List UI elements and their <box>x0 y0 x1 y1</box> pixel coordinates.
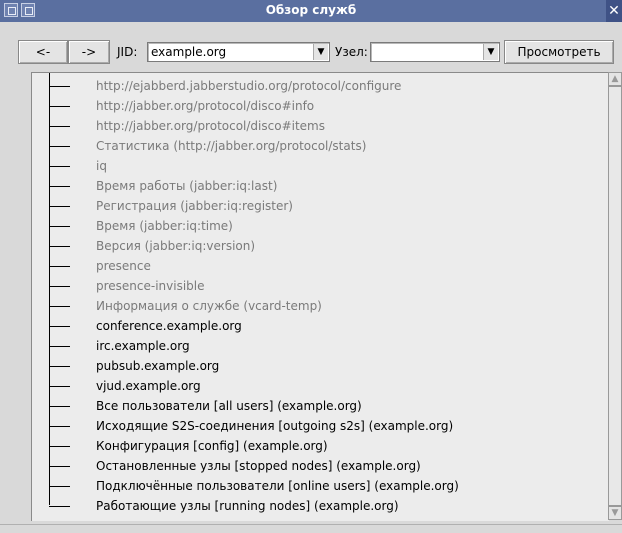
tree-item-label[interactable]: Работающие узлы [running nodes] (example… <box>96 499 399 513</box>
back-button[interactable]: <- <box>18 40 68 64</box>
jid-label: JID: <box>117 45 138 59</box>
tree-item[interactable]: presence <box>32 257 592 277</box>
tree-item[interactable]: pubsub.example.org <box>32 357 592 377</box>
tree-item-label[interactable]: http://jabber.org/protocol/disco#info <box>96 99 314 113</box>
tree-branch-line <box>49 466 70 467</box>
node-combobox[interactable]: ▼ <box>370 42 500 62</box>
tree-item-label[interactable]: Время (jabber:iq:time) <box>96 219 233 233</box>
tree-item[interactable]: Остановленные узлы [stopped nodes] (exam… <box>32 457 592 477</box>
tree-branch-line <box>49 126 70 127</box>
tree-item[interactable]: Работающие узлы [running nodes] (example… <box>32 497 592 517</box>
toolbar: <- -> JID: example.org ▼ Узел: ▼ Просмот… <box>0 40 622 66</box>
jid-value[interactable]: example.org <box>151 45 226 59</box>
tree-branch-line <box>49 206 70 207</box>
scroll-thumb[interactable] <box>608 86 622 506</box>
tree-branch-line <box>49 366 70 367</box>
window-title: Обзор служб <box>265 3 357 17</box>
tree-item[interactable]: conference.example.org <box>32 317 592 337</box>
tree-item[interactable]: vjud.example.org <box>32 377 592 397</box>
tree-branch-line <box>49 226 70 227</box>
tree-item[interactable]: Информация о службе (vcard-temp) <box>32 297 592 317</box>
services-tree[interactable]: http://ejabberd.jabberstudio.org/protoco… <box>31 72 609 521</box>
title-bar: Обзор служб ✕ <box>0 0 622 22</box>
tree-item-label[interactable]: iq <box>96 159 107 173</box>
tree-branch-line <box>49 386 70 387</box>
tree-item[interactable]: irc.example.org <box>32 337 592 357</box>
tree-item[interactable]: Регистрация (jabber:iq:register) <box>32 197 592 217</box>
tree-branch-line <box>49 406 70 407</box>
tree-item-label[interactable]: conference.example.org <box>96 319 242 333</box>
jid-combobox[interactable]: example.org ▼ <box>147 42 330 62</box>
tree-branch-line <box>49 186 70 187</box>
tree-item[interactable]: http://jabber.org/protocol/disco#info <box>32 97 592 117</box>
scroll-down-icon[interactable]: ▼ <box>608 506 622 520</box>
tree-branch-line <box>49 106 70 107</box>
tree-item-label[interactable]: Остановленные узлы [stopped nodes] (exam… <box>96 459 421 473</box>
vertical-scrollbar[interactable]: ▲ ▼ <box>608 72 622 520</box>
tree-item-label[interactable]: Регистрация (jabber:iq:register) <box>96 199 293 213</box>
tree-item[interactable]: Подключённые пользователи [online users]… <box>32 477 592 497</box>
tree-branch-line <box>49 306 70 307</box>
tree-branch-line <box>49 286 70 287</box>
tree-branch-line <box>49 446 70 447</box>
tree-item-label[interactable]: presence <box>96 259 151 273</box>
view-button[interactable]: Просмотреть <box>504 40 614 64</box>
tree-item-label[interactable]: http://ejabberd.jabberstudio.org/protoco… <box>96 79 401 93</box>
tree-item-label[interactable]: Все пользователи [all users] (example.or… <box>96 399 362 413</box>
tree-item[interactable]: Исходящие S2S-соединения [outgoing s2s] … <box>32 417 592 437</box>
forward-button[interactable]: -> <box>68 40 110 64</box>
tree-branch-line <box>49 246 70 247</box>
tree-branch-line <box>49 266 70 267</box>
chevron-down-icon[interactable]: ▼ <box>313 44 328 60</box>
tree-item-label[interactable]: presence-invisible <box>96 279 205 293</box>
tree-item[interactable]: presence-invisible <box>32 277 592 297</box>
tree-item[interactable]: Время работы (jabber:iq:last) <box>32 177 592 197</box>
tree-item-label[interactable]: Версия (jabber:iq:version) <box>96 239 255 253</box>
tree-item-label[interactable]: Исходящие S2S-соединения [outgoing s2s] … <box>96 419 453 433</box>
tree-item[interactable]: Время (jabber:iq:time) <box>32 217 592 237</box>
tree-item-label[interactable]: pubsub.example.org <box>96 359 219 373</box>
tree-item-label[interactable]: http://jabber.org/protocol/disco#items <box>96 119 325 133</box>
close-icon[interactable]: ✕ <box>606 0 622 22</box>
tree-item[interactable]: http://jabber.org/protocol/disco#items <box>32 117 592 137</box>
tree-item-label[interactable]: Время работы (jabber:iq:last) <box>96 179 277 193</box>
tree-item-label[interactable]: irc.example.org <box>96 339 190 353</box>
tree-branch-line <box>49 486 70 487</box>
scroll-up-icon[interactable]: ▲ <box>608 72 622 86</box>
tree-branch-line <box>49 426 70 427</box>
tree-item-label[interactable]: Подключённые пользователи [online users]… <box>96 479 459 493</box>
tree-branch-line <box>49 86 70 87</box>
tree-branch-line <box>49 346 70 347</box>
tree-branch-line <box>49 326 70 327</box>
tree-item[interactable]: Конфигурация [config] (example.org) <box>32 437 592 457</box>
tree-item-label[interactable]: Конфигурация [config] (example.org) <box>96 439 328 453</box>
chevron-down-icon[interactable]: ▼ <box>483 44 498 60</box>
tree-branch-line <box>49 166 70 167</box>
tree-branch-line <box>49 506 70 507</box>
tree-item[interactable]: Версия (jabber:iq:version) <box>32 237 592 257</box>
tree-item[interactable]: iq <box>32 157 592 177</box>
tree-item[interactable]: http://ejabberd.jabberstudio.org/protoco… <box>32 77 592 97</box>
tree-branch-line <box>49 146 70 147</box>
tree-item-label[interactable]: Информация о службе (vcard-temp) <box>96 299 322 313</box>
node-label: Узел: <box>335 45 368 59</box>
tree-item[interactable]: Все пользователи [all users] (example.or… <box>32 397 592 417</box>
tree-item[interactable]: Статистика (http://jabber.org/protocol/s… <box>32 137 592 157</box>
tree-item-label[interactable]: Статистика (http://jabber.org/protocol/s… <box>96 139 366 153</box>
tree-item-label[interactable]: vjud.example.org <box>96 379 201 393</box>
